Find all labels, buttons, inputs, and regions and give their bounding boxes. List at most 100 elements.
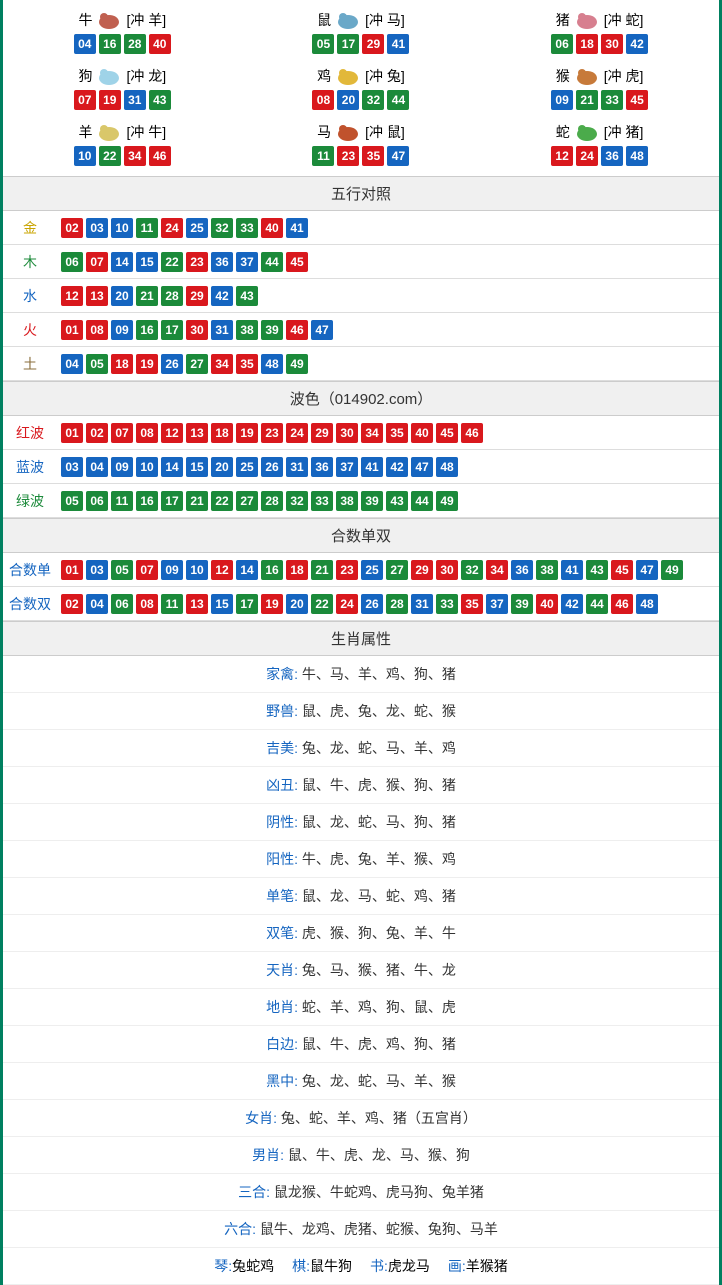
number-ball: 01 [61,320,83,340]
number-ball: 17 [161,491,183,511]
four-value: 羊猴猪 [466,1258,508,1274]
number-ball: 15 [136,252,158,272]
number-ball: 11 [111,491,133,511]
attr-row: 男肖: 鼠、牛、虎、龙、马、猴、狗 [3,1137,719,1174]
number-ball: 13 [186,594,208,614]
number-ball: 17 [161,320,183,340]
attr-key: 六合: [224,1221,256,1237]
number-ball: 16 [261,560,283,580]
number-ball: 38 [336,491,358,511]
number-ball: 05 [111,560,133,580]
number-ball: 47 [411,457,433,477]
number-ball: 10 [186,560,208,580]
number-ball: 32 [286,491,308,511]
zodiac-cell: 牛[冲 羊]04162840 [3,4,242,60]
number-ball: 42 [386,457,408,477]
number-ball: 09 [111,457,133,477]
number-ball: 48 [626,146,648,166]
table-row: 蓝波03040910141520252631363741424748 [3,450,719,484]
number-ball: 41 [361,457,383,477]
row-balls: 0108091617303138394647 [57,314,719,346]
number-ball: 18 [111,354,133,374]
number-ball: 24 [576,146,598,166]
heshu-rows: 合数单0103050709101214161821232527293032343… [3,553,719,621]
zodiac-balls: 04162840 [3,34,242,54]
number-ball: 44 [261,252,283,272]
number-ball: 21 [311,560,333,580]
zodiac-name: 猴 [556,66,570,86]
table-row: 合数单0103050709101214161821232527293032343… [3,553,719,587]
number-ball: 07 [111,423,133,443]
number-ball: 42 [626,34,648,54]
number-ball: 34 [124,146,146,166]
table-row: 水1213202128294243 [3,279,719,313]
number-ball: 04 [74,34,96,54]
zodiac-name: 蛇 [556,122,570,142]
number-ball: 35 [362,146,384,166]
number-ball: 14 [111,252,133,272]
table-row: 木06071415222336374445 [3,245,719,279]
number-ball: 39 [511,594,533,614]
number-ball: 05 [86,354,108,374]
zodiac-grid: 牛[冲 羊]04162840鼠[冲 马]05172941猪[冲 蛇]061830… [3,0,719,176]
attr-value: 兔、龙、蛇、马、羊、猴 [298,1073,456,1089]
number-ball: 11 [161,594,183,614]
zodiac-icon [572,66,602,86]
attr-key: 三合: [238,1184,270,1200]
number-ball: 35 [386,423,408,443]
number-ball: 32 [211,218,233,238]
number-ball: 35 [461,594,483,614]
number-ball: 22 [99,146,121,166]
number-ball: 04 [61,354,83,374]
number-ball: 22 [211,491,233,511]
row-balls: 0102070812131819232429303435404546 [57,417,719,449]
number-ball: 40 [149,34,171,54]
four-item: 棋:鼠牛狗 [292,1256,352,1276]
attr-key: 阳性: [266,851,298,867]
attr-row: 野兽: 鼠、虎、兔、龙、蛇、猴 [3,693,719,730]
zodiac-balls: 05172941 [242,34,481,54]
number-ball: 08 [312,90,334,110]
number-ball: 03 [61,457,83,477]
number-ball: 02 [61,594,83,614]
number-ball: 46 [286,320,308,340]
number-ball: 22 [311,594,333,614]
attr-value: 兔、龙、蛇、马、羊、鸡 [298,740,456,756]
number-ball: 43 [386,491,408,511]
number-ball: 44 [387,90,409,110]
attr-key: 单笔: [266,888,298,904]
number-ball: 02 [61,218,83,238]
attr-row: 天肖: 兔、马、猴、猪、牛、龙 [3,952,719,989]
number-ball: 18 [576,34,598,54]
number-ball: 26 [261,457,283,477]
number-ball: 09 [161,560,183,580]
number-ball: 24 [286,423,308,443]
number-ball: 22 [161,252,183,272]
number-ball: 31 [211,320,233,340]
zodiac-title: 马[冲 鼠] [242,122,481,142]
row-label: 合数单 [3,554,57,586]
attr-value: 鼠、虎、兔、龙、蛇、猴 [298,703,456,719]
attr-row: 凶丑: 鼠、牛、虎、猴、狗、猪 [3,767,719,804]
number-ball: 46 [461,423,483,443]
attr-row: 单笔: 鼠、龙、马、蛇、鸡、猪 [3,878,719,915]
zodiac-name: 马 [317,122,331,142]
number-ball: 15 [211,594,233,614]
number-ball: 14 [161,457,183,477]
number-ball: 15 [186,457,208,477]
row-balls: 03040910141520252631363741424748 [57,451,719,483]
zodiac-balls: 06183042 [480,34,719,54]
attr-key: 男肖: [252,1147,284,1163]
number-ball: 02 [86,423,108,443]
row-label: 火 [3,314,57,346]
number-ball: 21 [186,491,208,511]
number-ball: 48 [436,457,458,477]
number-ball: 04 [86,594,108,614]
number-ball: 48 [636,594,658,614]
attr-row: 家禽: 牛、马、羊、鸡、狗、猪 [3,656,719,693]
number-ball: 45 [436,423,458,443]
number-ball: 43 [236,286,258,306]
attr-row: 地肖: 蛇、羊、鸡、狗、鼠、虎 [3,989,719,1026]
number-ball: 37 [336,457,358,477]
number-ball: 38 [536,560,558,580]
